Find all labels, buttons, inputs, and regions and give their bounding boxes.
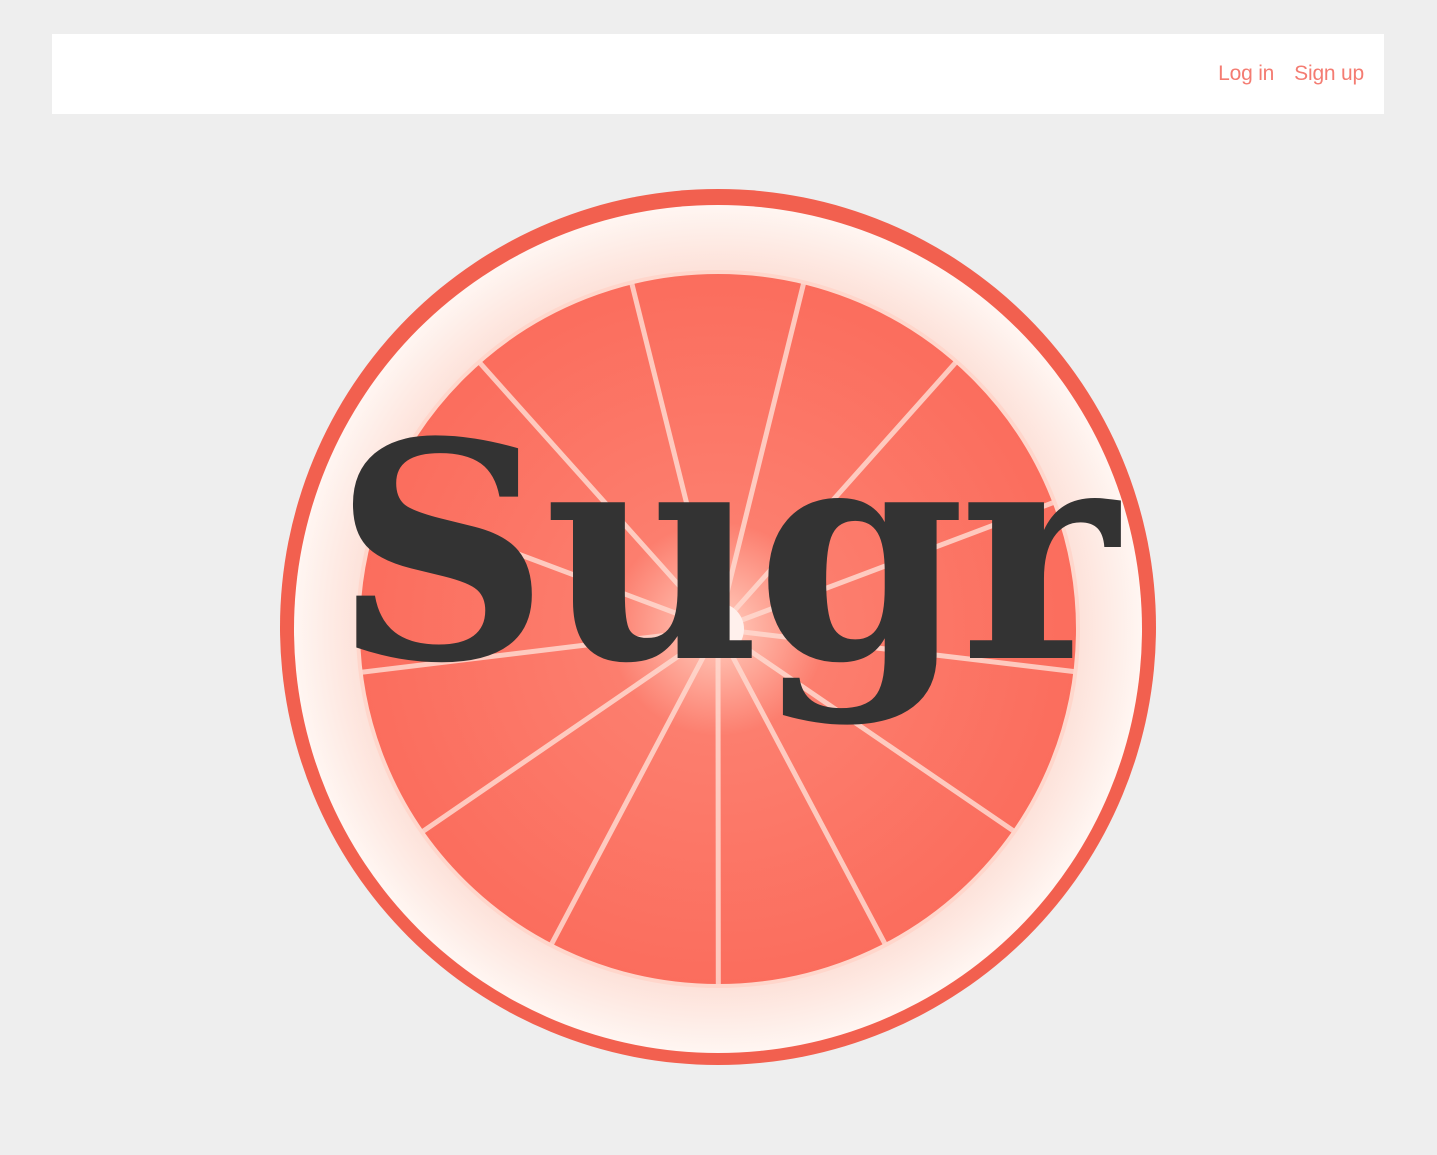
nav-links: Log in Sign up [1218, 34, 1364, 114]
login-link[interactable]: Log in [1218, 62, 1274, 86]
hero: Sugr [0, 150, 1437, 1130]
navbar: Log in Sign up [52, 34, 1384, 114]
brand-title: Sugr [333, 376, 1118, 729]
signup-link[interactable]: Sign up [1294, 62, 1364, 86]
page: Log in Sign up Sugr [0, 0, 1437, 1155]
